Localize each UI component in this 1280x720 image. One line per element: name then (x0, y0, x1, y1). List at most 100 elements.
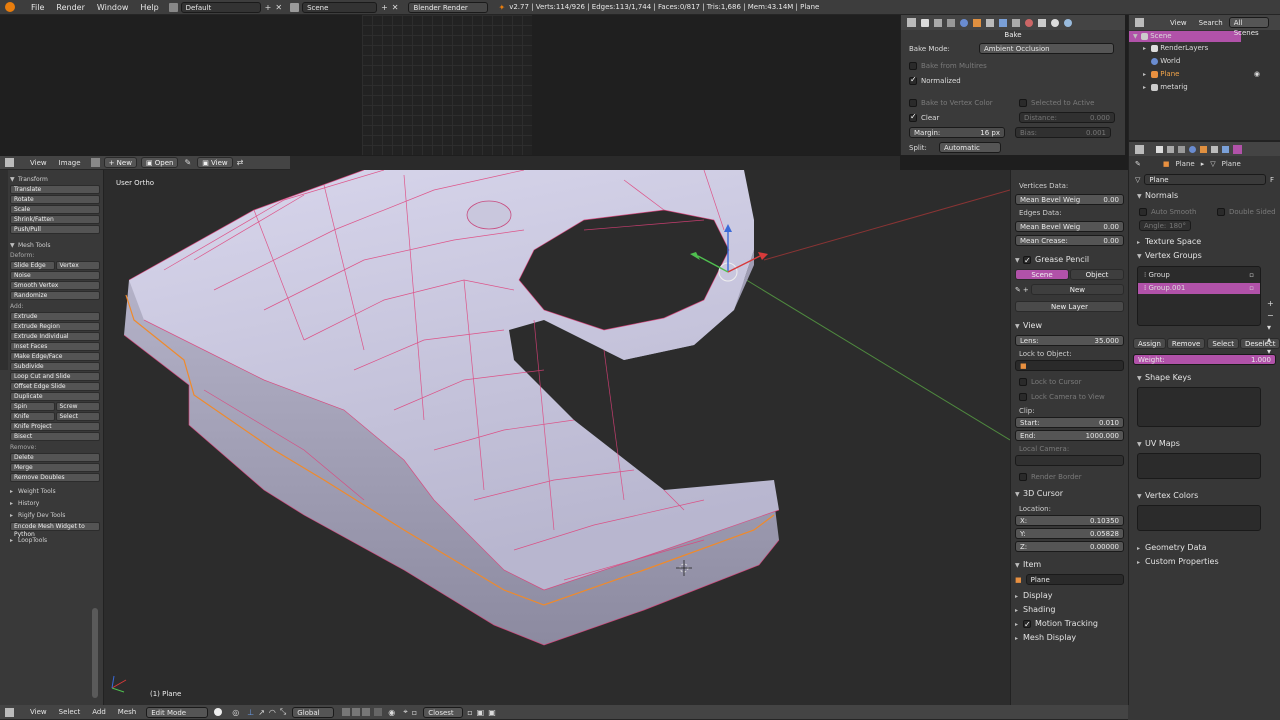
encode-mesh-widget-button[interactable]: Encode Mesh Widget to Python (10, 522, 100, 538)
outliner-menu-view[interactable]: View (1164, 19, 1193, 27)
tool-knife-select[interactable]: Select (55, 412, 100, 421)
grease-pencil-title[interactable]: Grease Pencil (1035, 255, 1089, 264)
image-editor-type-icon[interactable] (5, 158, 14, 167)
mesh-datablock-icon[interactable]: ▽ (1135, 176, 1140, 184)
grease-pencil-new-button[interactable]: New (1030, 284, 1124, 295)
data-tab-icon[interactable] (1012, 18, 1020, 27)
layers-props-icon[interactable] (1167, 145, 1174, 153)
modifiers-props-icon[interactable] (1222, 145, 1229, 153)
tool-inset-faces[interactable]: Inset Faces (10, 342, 100, 351)
modifiers-tab-icon[interactable] (999, 18, 1007, 27)
vertex-groups-panel-title[interactable]: Vertex Groups (1145, 251, 1202, 260)
mean-crease-field[interactable]: Mean Crease: 0.00 (1015, 235, 1124, 246)
tool-extrude-individual[interactable]: Extrude Individual (10, 332, 100, 341)
lock-to-object-field[interactable]: ■ (1015, 360, 1124, 371)
add-scene-icon[interactable]: + (381, 3, 388, 12)
auto-smooth-angle-field[interactable]: Angle: 180° (1139, 220, 1191, 231)
pin-icon[interactable]: ✎ (184, 158, 191, 167)
texture-tab-icon[interactable] (1038, 18, 1046, 27)
outliner-row-plane[interactable]: ▸ Plane ◉ (1129, 68, 1280, 81)
uv-maps-list[interactable] (1137, 453, 1261, 479)
tool-bisect[interactable]: Bisect (10, 432, 100, 441)
tool-vertex-slide[interactable]: Vertex (55, 261, 100, 270)
constraints-tab-icon[interactable] (986, 18, 994, 27)
image-open-button[interactable]: ▣ Open (140, 157, 179, 168)
selected-to-active-checkbox[interactable] (1019, 98, 1027, 107)
outliner-row-metarig[interactable]: ▸ metarig (1129, 81, 1280, 94)
outliner-display-mode[interactable]: All Scenes (1228, 17, 1269, 37)
viewport-shading-icon[interactable] (214, 708, 223, 716)
image-menu-view[interactable]: View (24, 159, 53, 167)
vertex-groups-list[interactable]: ⁞ Group ▫ ⁞ Group.001 ▫ (1137, 266, 1261, 326)
distance-field[interactable]: Distance: 0.000 (1019, 112, 1115, 123)
new-layer-button[interactable]: New Layer (1015, 301, 1124, 312)
tool-remove-doubles[interactable]: Remove Doubles (10, 473, 100, 482)
tool-extrude[interactable]: Extrude (10, 312, 100, 321)
tool-randomize[interactable]: Randomize (10, 291, 100, 300)
visibility-eye-icon[interactable]: ◉ (1254, 68, 1260, 81)
scene-icon[interactable] (290, 2, 300, 12)
cursor-x-field[interactable]: X: 0.10350 (1015, 515, 1124, 526)
grease-pencil-object-tab[interactable]: Object (1070, 269, 1124, 280)
snap-target-dropdown[interactable]: Closest (423, 706, 464, 718)
mean-bevel-weight-edge-field[interactable]: Mean Bevel Weig 0.00 (1015, 221, 1124, 232)
weight-tools-section[interactable]: Weight Tools (18, 488, 56, 495)
menu-window[interactable]: Window (91, 3, 135, 12)
normals-panel-title[interactable]: Normals (1145, 191, 1178, 200)
bias-field[interactable]: Bias: 0.001 (1015, 127, 1111, 138)
image-menu-image[interactable]: Image (53, 159, 87, 167)
outliner-editor-icon[interactable] (1135, 18, 1144, 27)
mesh-data-props-icon[interactable] (1233, 144, 1242, 154)
tool-smooth-vertex[interactable]: Smooth Vertex (10, 281, 100, 290)
bake-to-vertex-color-checkbox[interactable] (909, 98, 917, 107)
rotate-manipulator-icon[interactable]: ◠ (269, 708, 276, 717)
proportional-editing-icon[interactable]: ◉ (388, 708, 395, 717)
scene-tab-icon[interactable] (947, 18, 955, 27)
properties-editor-type-icon[interactable] (1135, 144, 1144, 154)
outliner-row-renderlayers[interactable]: ▸ RenderLayers (1129, 42, 1280, 55)
bottom-menu-add[interactable]: Add (86, 708, 112, 716)
3d-cursor-panel-title[interactable]: 3D Cursor (1023, 489, 1063, 498)
fake-user-icon[interactable]: F (1270, 176, 1274, 184)
particles-tab-icon[interactable] (1051, 18, 1059, 27)
render-props-icon[interactable] (1156, 145, 1163, 153)
bake-title[interactable]: Bake (901, 30, 1125, 40)
image-new-button[interactable]: + New (103, 157, 137, 168)
mean-bevel-weight-vertex-field[interactable]: Mean Bevel Weig 0.00 (1015, 194, 1124, 205)
lock-camera-checkbox[interactable] (1019, 392, 1027, 401)
menu-file[interactable]: File (25, 3, 50, 12)
mode-dropdown[interactable]: Edit Mode (146, 706, 209, 718)
render-preview-icon[interactable]: ▣ (477, 708, 485, 717)
clip-start-field[interactable]: Start: 0.010 (1015, 417, 1124, 428)
tool-duplicate[interactable]: Duplicate (10, 392, 100, 401)
assign-button[interactable]: Assign (1133, 338, 1166, 349)
tool-knife-project[interactable]: Knife Project (10, 422, 100, 431)
image-browse-icon[interactable] (90, 158, 100, 167)
layers-tab-icon[interactable] (934, 18, 942, 27)
snap-element-icon[interactable]: ▫ (412, 708, 417, 717)
trigger[interactable] (466, 200, 512, 230)
3d-viewport[interactable]: User Ortho (1) Plane (104, 170, 1010, 705)
tool-shrink-fatten[interactable]: Shrink/Fatten (10, 215, 100, 224)
vertex-colors-list[interactable] (1137, 505, 1261, 531)
snap-align-icon[interactable]: ▫ (467, 708, 472, 717)
motion-tracking-panel-title[interactable]: Motion Tracking (1035, 619, 1098, 628)
tool-noise[interactable]: Noise (10, 271, 100, 280)
cursor-z-field[interactable]: Z: 0.00000 (1015, 541, 1124, 552)
physics-tab-icon[interactable] (1064, 18, 1072, 27)
outliner-menu-search[interactable]: Search (1193, 19, 1229, 27)
custom-properties-panel-title[interactable]: Custom Properties (1145, 557, 1219, 566)
tool-shelf-tabs[interactable] (0, 170, 8, 370)
select-button[interactable]: Select (1207, 338, 1239, 349)
screen-layout-field[interactable]: Default (180, 1, 261, 13)
object-tab-icon[interactable] (973, 18, 981, 27)
tool-delete[interactable]: Delete (10, 453, 100, 462)
menu-render[interactable]: Render (50, 3, 90, 12)
bottom-menu-mesh[interactable]: Mesh (112, 708, 142, 716)
tool-scale[interactable]: Scale (10, 205, 100, 214)
outliner-row-scene[interactable]: ▼ Scene (1129, 31, 1241, 42)
tool-translate[interactable]: Translate (10, 185, 100, 194)
tool-rotate[interactable]: Rotate (10, 195, 100, 204)
item-name-field[interactable]: Plane (1025, 574, 1124, 585)
history-section[interactable]: History (18, 500, 39, 507)
